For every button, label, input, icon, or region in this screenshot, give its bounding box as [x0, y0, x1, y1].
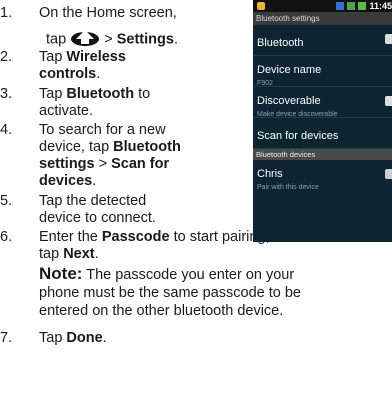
device-pair-indicator	[385, 169, 392, 179]
section-header: Bluetooth devices	[253, 149, 392, 160]
bluetooth-icon	[336, 2, 345, 10]
phone-screenshot: 11:45 Bluetooth settings Bluetooth Devic…	[253, 0, 392, 242]
step-number: 2.	[0, 49, 13, 65]
device-item-chris[interactable]: Chris Pair with this device	[253, 160, 392, 191]
step-number: 3.	[0, 86, 13, 102]
step-number: 4.	[0, 122, 13, 138]
note-label: Note:	[39, 264, 83, 283]
signal-icon	[347, 2, 356, 10]
home-icon	[70, 28, 100, 51]
step-text: tap > Settings.	[46, 28, 178, 51]
device-name-item[interactable]: Device name F902	[253, 56, 392, 87]
step-text: On the Home screen,	[39, 5, 177, 21]
step-number: 7.	[0, 330, 13, 346]
step-number: 6.	[0, 229, 13, 245]
bluetooth-toggle[interactable]: Bluetooth	[253, 25, 392, 56]
battery-icon	[358, 2, 367, 10]
screen-title: Bluetooth settings	[253, 12, 392, 25]
discoverable-checkbox[interactable]	[385, 96, 392, 106]
step-number: 5.	[0, 193, 13, 209]
scan-for-devices-item[interactable]: Scan for devices	[253, 118, 392, 149]
notification-icon	[257, 2, 265, 10]
bluetooth-checkbox[interactable]	[385, 34, 392, 44]
status-time: 11:45	[369, 1, 392, 11]
step-number: 1.	[0, 5, 13, 21]
status-bar: 11:45	[253, 0, 392, 12]
discoverable-toggle[interactable]: Discoverable Make device discoverable	[253, 87, 392, 118]
